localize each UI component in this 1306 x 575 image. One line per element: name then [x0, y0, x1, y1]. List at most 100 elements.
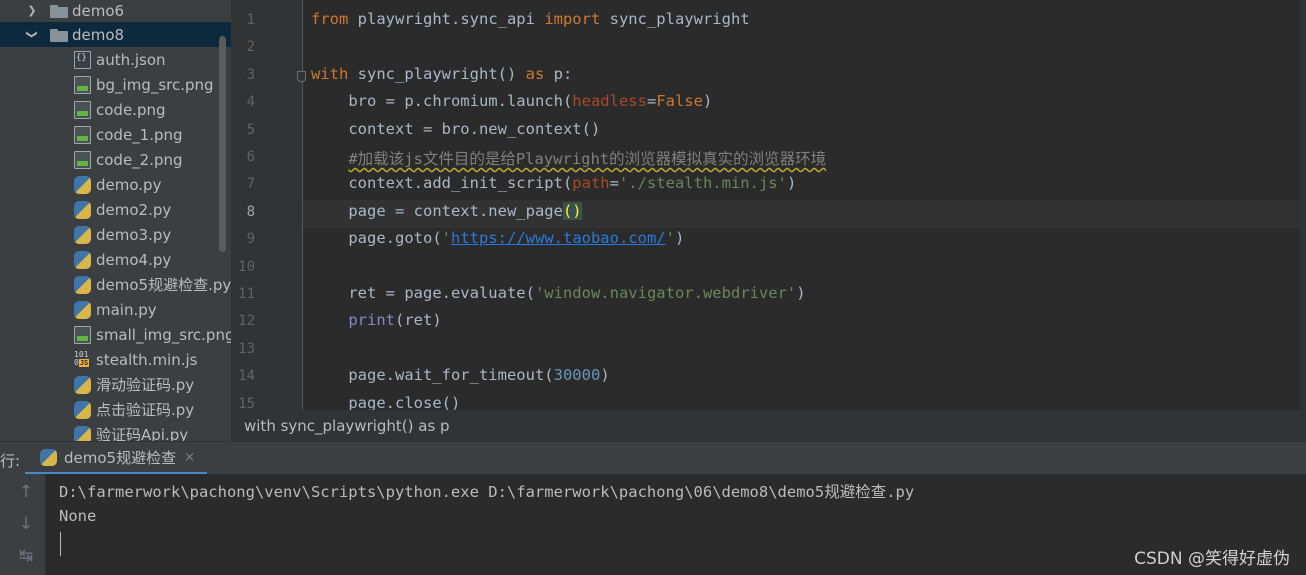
close-icon[interactable]: × — [184, 450, 195, 465]
code-token: ) — [796, 284, 806, 302]
tree-file-name: small_img_src.png — [96, 325, 231, 344]
image-file-icon — [74, 125, 91, 144]
code-token: False — [656, 92, 703, 111]
code-line: bro = p.chromium.launch(headless=False) — [311, 92, 712, 114]
code-token: context.add_init_script( — [311, 174, 573, 193]
code-token: ) — [600, 366, 610, 385]
arrow-down-icon[interactable]: ↓ — [16, 514, 36, 534]
tree-file[interactable]: auth.json — [0, 47, 231, 72]
python-file-icon — [74, 225, 91, 244]
code-token: https://www.taobao.com/ — [451, 229, 666, 248]
tree-file-name: demo4.py — [96, 250, 172, 269]
tree-scrollbar[interactable] — [219, 36, 226, 252]
tree-file[interactable]: main.py — [0, 297, 231, 322]
tree-file[interactable]: demo.py — [0, 172, 231, 197]
line-number: 1 — [246, 12, 255, 28]
tree-file[interactable]: demo3.py — [0, 222, 231, 247]
chevron-right-icon[interactable]: ❯ — [26, 4, 38, 17]
line-number: 11 — [238, 286, 255, 302]
code-line: #加载该js文件目的是给Playwright的浏览器模拟真实的浏览器环境 — [311, 147, 826, 169]
code-token: ret = page.evaluate( — [311, 284, 535, 302]
line-number: 9 — [246, 231, 255, 248]
tree-file-name: 点击验证码.py — [96, 401, 195, 419]
code-line: page.goto('https://www.taobao.com/') — [311, 229, 684, 251]
tree-file[interactable]: code_2.png — [0, 147, 231, 172]
line-number: 4 — [246, 94, 255, 111]
line-number: 15 — [238, 395, 255, 410]
line-number: 8 — [246, 203, 255, 220]
python-file-icon — [74, 375, 91, 394]
python-file-icon — [74, 300, 91, 319]
run-tab[interactable]: demo5规避检查 × — [25, 442, 207, 475]
tree-file[interactable]: bg_img_src.png — [0, 72, 231, 97]
python-file-icon — [74, 275, 91, 294]
javascript-file-icon: 101 0JS — [74, 349, 90, 367]
code-token: ' — [441, 229, 451, 248]
breadcrumb-item[interactable]: with sync_playwright() as p — [244, 417, 450, 435]
tree-file[interactable]: demo4.py — [0, 247, 231, 272]
soft-wrap-icon[interactable]: ↹ — [16, 546, 36, 566]
code-token: ) — [674, 229, 685, 248]
code-token: with — [311, 64, 358, 83]
code-editor[interactable]: from playwright.sync_api import sync_pla… — [303, 0, 1306, 410]
line-number: 14 — [238, 368, 255, 385]
line-number: 6 — [246, 149, 255, 165]
code-token: ) — [786, 174, 797, 193]
code-line: from playwright.sync_api import sync_pla… — [311, 10, 750, 32]
tree-file[interactable]: 点击验证码.py — [0, 397, 231, 422]
json-file-icon — [74, 50, 91, 69]
tree-file-name: code_1.png — [96, 125, 183, 144]
console-output[interactable]: D:\farmerwork\pachong\venv\Scripts\pytho… — [46, 474, 1306, 575]
tree-file[interactable]: demo5规避检查.py — [0, 272, 231, 297]
code-token: #加载该js文件目的是给Playwright的浏览器模拟真实的浏览器环境 — [348, 150, 827, 168]
code-token: as — [525, 64, 554, 83]
code-line: context.add_init_script(path='./stealth.… — [311, 174, 796, 196]
code-token: context = bro.new_context() — [311, 119, 601, 138]
tree-file[interactable]: demo2.py — [0, 197, 231, 222]
run-label: 行: — [0, 452, 21, 470]
code-token: = — [646, 92, 657, 111]
line-number: 10 — [238, 258, 255, 275]
tree-file[interactable]: 验证码Api.py — [0, 422, 231, 441]
fold-marker-icon[interactable] — [297, 71, 306, 82]
image-file-icon — [74, 75, 91, 94]
code-token: page = context.new_page — [311, 201, 563, 220]
tree-file-name: code_2.png — [96, 150, 183, 169]
code-token: playwright.sync_api — [357, 10, 545, 28]
code-token: from — [311, 10, 358, 28]
code-token: sync_playwright — [609, 10, 750, 28]
line-number-gutter: 1 2 3 4 5 6 7 8 9 10 11 12 13 14 15 — [231, 0, 302, 410]
tree-folder-demo8[interactable]: ❯ demo8 — [0, 22, 231, 47]
editor-scrollbar[interactable] — [1300, 0, 1306, 410]
code-token: ) — [702, 92, 713, 111]
code-token: page.wait_for_timeout( — [311, 366, 554, 385]
tree-folder-demo6[interactable]: ❯ demo6 — [0, 0, 231, 23]
chevron-down-icon[interactable]: ❯ — [26, 29, 39, 41]
tree-file-name: auth.json — [96, 50, 166, 69]
code-token: headless — [572, 92, 647, 111]
code-token: () — [562, 201, 582, 220]
code-token: (ret) — [395, 311, 442, 330]
tree-file-name: demo.py — [96, 175, 162, 194]
tree-file-name: main.py — [96, 300, 157, 319]
tree-file-name: code.png — [96, 100, 166, 119]
tree-file[interactable]: 101 0JS stealth.min.js — [0, 347, 231, 372]
code-token: page.close() — [311, 393, 461, 410]
tree-file-name: stealth.min.js — [96, 350, 198, 369]
run-panel-header: 行: demo5规避检查 × — [0, 441, 1306, 475]
tree-file[interactable]: 滑动验证码.py — [0, 372, 231, 397]
folder-icon — [50, 4, 68, 18]
tree-file[interactable]: small_img_src.png — [0, 322, 231, 347]
code-token: 'window.navigator.webdriver' — [534, 284, 797, 302]
line-number: 13 — [238, 340, 255, 357]
python-file-icon — [74, 175, 91, 194]
code-token: ' — [665, 229, 675, 248]
code-token: bro = p.chromium.launch( — [311, 92, 573, 111]
arrow-up-icon[interactable]: ↑ — [16, 482, 36, 502]
console-line: None — [59, 507, 97, 525]
tree-file[interactable]: code_1.png — [0, 122, 231, 147]
code-line: page.wait_for_timeout(30000) — [311, 366, 610, 388]
tree-file[interactable]: code.png — [0, 97, 231, 122]
breadcrumb[interactable]: with sync_playwright() as p — [231, 410, 1306, 441]
